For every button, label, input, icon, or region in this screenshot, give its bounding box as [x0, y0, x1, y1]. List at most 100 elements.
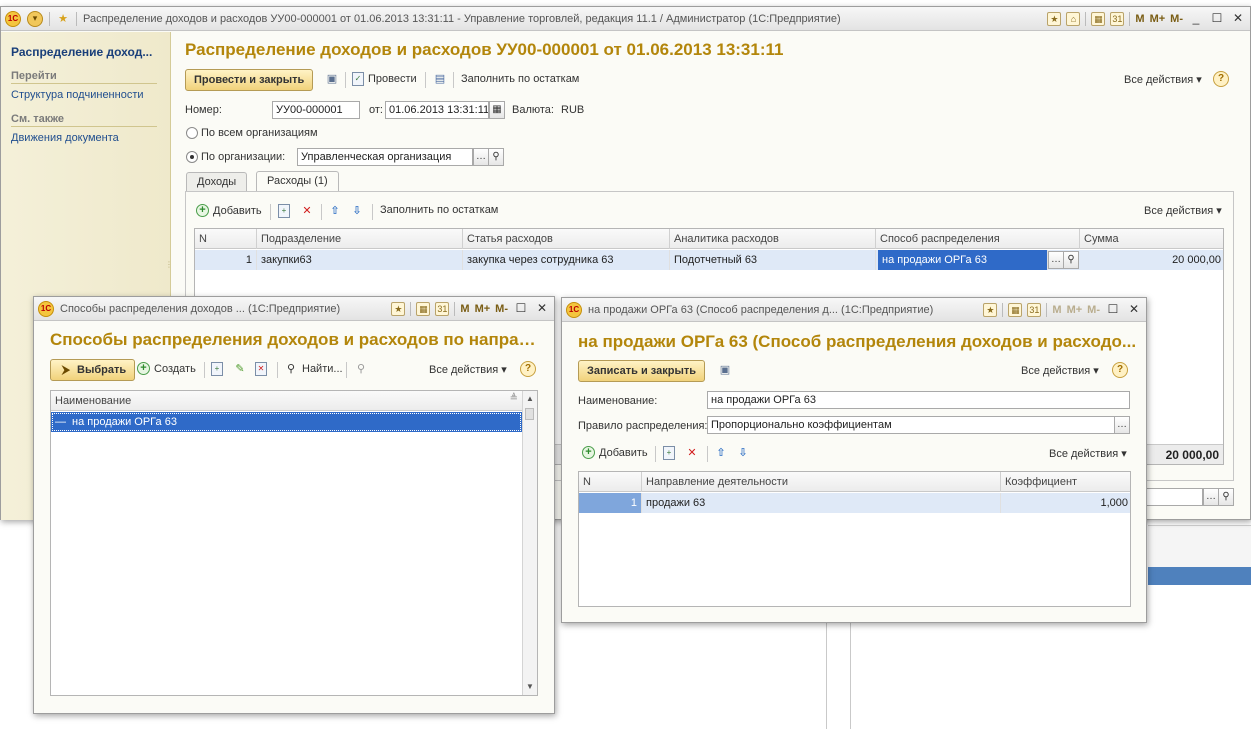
column-header-department[interactable]: Подразделение [257, 229, 463, 249]
comment-search-icon[interactable]: ⚲ [1218, 488, 1234, 506]
minimize-button[interactable]: _ [1188, 11, 1204, 27]
column-header-n[interactable]: N [195, 229, 257, 249]
save-button[interactable]: ▣ [718, 363, 732, 377]
delete-row-button[interactable]: ✕ [685, 446, 699, 460]
save-button[interactable]: ▣ [325, 72, 339, 86]
calendar-icon[interactable]: 31 [1110, 11, 1125, 26]
add-row-button[interactable]: + Добавить [582, 446, 648, 459]
save-and-close-button[interactable]: Записать и закрыть [578, 360, 706, 382]
fill-by-balance-button[interactable]: Заполнить по остаткам [461, 73, 579, 85]
star-icon[interactable]: ★ [56, 12, 70, 26]
favorites-icon[interactable]: ★ [391, 301, 406, 316]
all-actions-menu[interactable]: Все действия ▾ [1021, 364, 1099, 377]
help-icon[interactable]: ? [1213, 71, 1229, 87]
organization-field[interactable]: Управленческая организация [297, 148, 473, 166]
calculator-icon[interactable]: ▦ [1008, 302, 1023, 317]
sidebar-resize-handle[interactable]: ⋮ [165, 261, 173, 286]
column-header-method[interactable]: Способ распределения [876, 229, 1080, 249]
table-all-actions-menu[interactable]: Все действия ▾ [1049, 447, 1127, 460]
methods-list[interactable]: Наименование ≜ — на продажи ОРГа 63 ▲ ▼ [50, 390, 538, 696]
cancel-search-button[interactable]: ⚲ [354, 362, 368, 376]
column-header-name[interactable]: Наименование [51, 391, 523, 411]
post-and-close-button[interactable]: Провести и закрыть [185, 69, 314, 91]
edit-button[interactable]: ✎ [233, 362, 247, 376]
maximize-button[interactable]: ☐ [1105, 302, 1121, 318]
scroll-thumb[interactable] [525, 408, 534, 420]
sidebar-current-document[interactable]: Распределение доход... [11, 45, 152, 59]
table-row[interactable]: 1 закупки63 закупка через сотрудника 63 … [195, 250, 1223, 270]
sort-icon[interactable]: ≜ [510, 393, 518, 404]
cell-method[interactable]: на продажи ОРГа 63 [878, 250, 1048, 270]
organization-select-button[interactable]: … [473, 148, 489, 166]
move-up-button[interactable]: ⇧ [714, 446, 728, 460]
column-header-coefficient[interactable]: Коэффициент [1001, 472, 1130, 492]
method-search-icon[interactable]: ⚲ [1063, 251, 1079, 269]
move-down-button[interactable]: ⇩ [350, 204, 364, 218]
rule-select-button[interactable]: … [1114, 416, 1130, 434]
close-button[interactable]: ✕ [1230, 11, 1246, 27]
list-item[interactable]: — на продажи ОРГа 63 [51, 412, 522, 432]
add-row-button[interactable]: + Добавить [196, 204, 262, 217]
help-icon[interactable]: ? [520, 361, 536, 377]
calendar-picker-icon[interactable]: ▦ [489, 101, 505, 119]
create-button[interactable]: + Создать [137, 362, 196, 375]
select-button[interactable]: ⮞ Выбрать [50, 359, 136, 381]
sidebar-link-structure[interactable]: Структура подчиненности [11, 89, 144, 101]
memory-button[interactable]: M [1135, 13, 1144, 25]
memory-minus-button[interactable]: M- [495, 303, 508, 315]
column-header-article[interactable]: Статья расходов [463, 229, 670, 249]
post-button[interactable]: ✓ Провести [352, 72, 417, 86]
memory-plus-button[interactable]: M+ [1150, 13, 1166, 25]
calendar-icon[interactable]: 31 [1027, 302, 1042, 317]
directions-table[interactable]: N Направление деятельности Коэффициент 1… [578, 471, 1131, 607]
all-actions-menu[interactable]: Все действия ▾ [1124, 73, 1202, 86]
move-up-button[interactable]: ⇧ [328, 204, 342, 218]
radio-all-organizations[interactable] [186, 127, 198, 139]
scroll-up-icon[interactable]: ▲ [523, 391, 537, 407]
app-logo-icon[interactable]: 1C [566, 301, 582, 318]
method-select-button[interactable]: … [1048, 251, 1064, 269]
favorites-icon[interactable]: ★ [983, 302, 998, 317]
organization-search-icon[interactable]: ⚲ [488, 148, 504, 166]
copy-row-button[interactable]: + [278, 204, 290, 218]
cell-article[interactable]: закупка через сотрудника 63 [463, 250, 670, 270]
app-logo-icon[interactable]: 1C [38, 300, 54, 317]
report-button[interactable]: ▤ [433, 72, 447, 86]
calculator-icon[interactable]: ▦ [416, 301, 431, 316]
move-down-button[interactable]: ⇩ [736, 446, 750, 460]
link-icon[interactable]: ⌂ [1066, 11, 1081, 26]
calculator-icon[interactable]: ▦ [1091, 11, 1106, 26]
memory-button[interactable]: M [1052, 304, 1061, 316]
copy-button[interactable]: + [211, 362, 223, 376]
main-menu-icon[interactable]: ▾ [27, 10, 43, 27]
column-header-sum[interactable]: Сумма [1080, 229, 1223, 249]
memory-minus-button[interactable]: M- [1170, 13, 1183, 25]
number-field[interactable]: УУ00-000001 [272, 101, 360, 119]
calendar-icon[interactable]: 31 [435, 301, 450, 316]
memory-minus-button[interactable]: M- [1087, 304, 1100, 316]
delete-row-button[interactable]: ✕ [300, 204, 314, 218]
maximize-button[interactable]: ☐ [1209, 11, 1225, 27]
column-header-n[interactable]: N [579, 472, 642, 492]
maximize-button[interactable]: ☐ [513, 301, 529, 317]
cell-department[interactable]: закупки63 [257, 250, 463, 270]
help-icon[interactable]: ? [1112, 362, 1128, 378]
cell-coefficient[interactable]: 1,000 [1001, 493, 1130, 513]
tab-expenses[interactable]: Расходы (1) [256, 171, 339, 191]
close-button[interactable]: ✕ [534, 301, 550, 317]
mark-delete-button[interactable]: ✕ [255, 362, 267, 376]
table-fill-by-balance-button[interactable]: Заполнить по остаткам [380, 204, 498, 216]
date-field[interactable]: 01.06.2013 13:31:11 [385, 101, 489, 119]
rule-field[interactable]: Пропорционально коэффициентам [707, 416, 1115, 434]
memory-plus-button[interactable]: M+ [475, 303, 491, 315]
memory-plus-button[interactable]: M+ [1067, 304, 1083, 316]
comment-select-button[interactable]: … [1203, 488, 1219, 506]
close-button[interactable]: ✕ [1126, 302, 1142, 318]
app-logo-icon[interactable]: 1C [5, 10, 21, 27]
tab-income[interactable]: Доходы [186, 172, 248, 191]
radio-by-organization[interactable] [186, 151, 198, 163]
cell-analytics[interactable]: Подотчетный 63 [670, 250, 876, 270]
comment-field[interactable] [1141, 488, 1203, 506]
vertical-scrollbar[interactable]: ▲ ▼ [522, 391, 537, 695]
table-all-actions-menu[interactable]: Все действия ▾ [1144, 204, 1222, 217]
